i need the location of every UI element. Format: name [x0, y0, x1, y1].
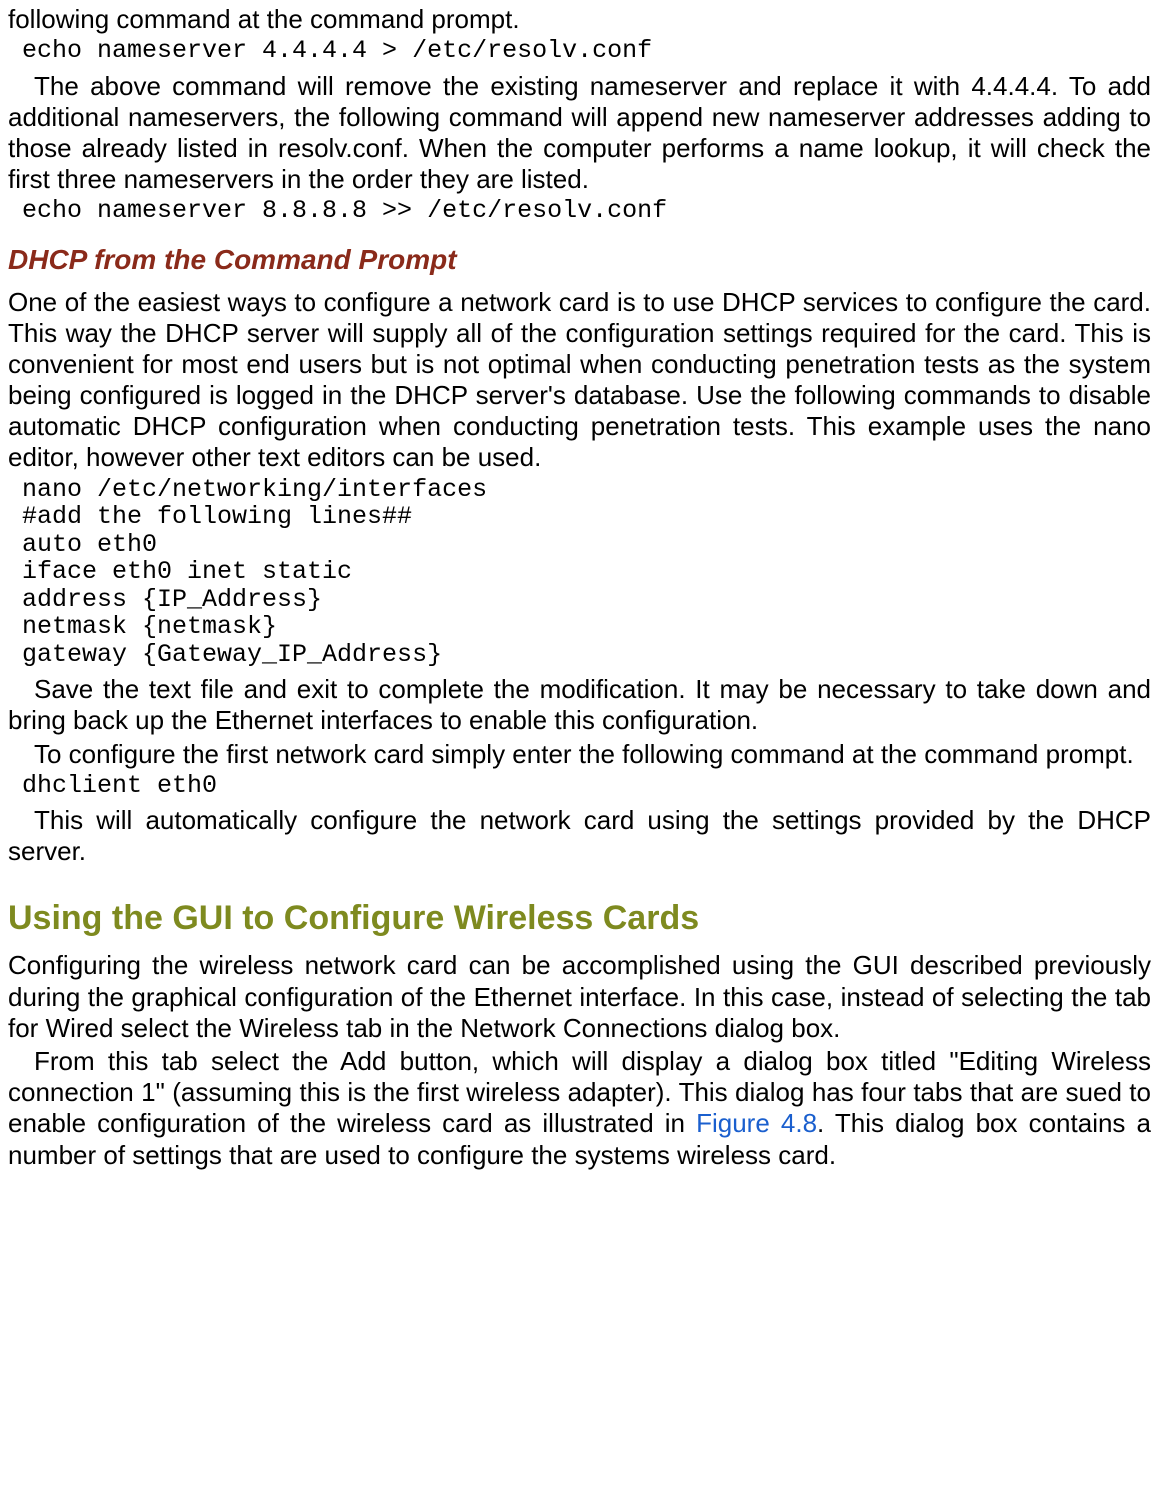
heading-dhcp: DHCP from the Command Prompt	[8, 243, 1151, 277]
gui-paragraph-2: From this tab select the Add button, whi…	[8, 1046, 1151, 1171]
dhcp-paragraph-4-text: This will automatically configure the ne…	[8, 805, 1151, 866]
intro-paragraph-2-text: The above command will remove the existi…	[8, 71, 1151, 195]
code-block-dhclient: dhclient eth0	[8, 772, 1151, 800]
code-block-resolv-replace: echo nameserver 4.4.4.4 > /etc/resolv.co…	[8, 37, 1151, 65]
dhcp-paragraph-4: This will automatically configure the ne…	[8, 805, 1151, 867]
code-block-resolv-append: echo nameserver 8.8.8.8 >> /etc/resolv.c…	[8, 197, 1151, 225]
gui-paragraph-1: Configuring the wireless network card ca…	[8, 950, 1151, 1044]
code-block-interfaces: nano /etc/networking/interfaces #add the…	[8, 476, 1151, 669]
intro-paragraph-1: following command at the command prompt.	[8, 4, 1151, 35]
heading-gui-wireless: Using the GUI to Configure Wireless Card…	[8, 898, 1151, 939]
document-page: following command at the command prompt.…	[0, 0, 1159, 1181]
link-figure-4-8[interactable]: Figure 4.8	[696, 1108, 817, 1138]
dhcp-paragraph-2: Save the text file and exit to complete …	[8, 674, 1151, 736]
dhcp-paragraph-3-text: To configure the first network card simp…	[34, 739, 1134, 769]
dhcp-paragraph-2-text: Save the text file and exit to complete …	[8, 674, 1151, 735]
intro-paragraph-2: The above command will remove the existi…	[8, 71, 1151, 196]
dhcp-paragraph-3: To configure the first network card simp…	[8, 739, 1151, 770]
dhcp-paragraph-1: One of the easiest ways to configure a n…	[8, 287, 1151, 474]
